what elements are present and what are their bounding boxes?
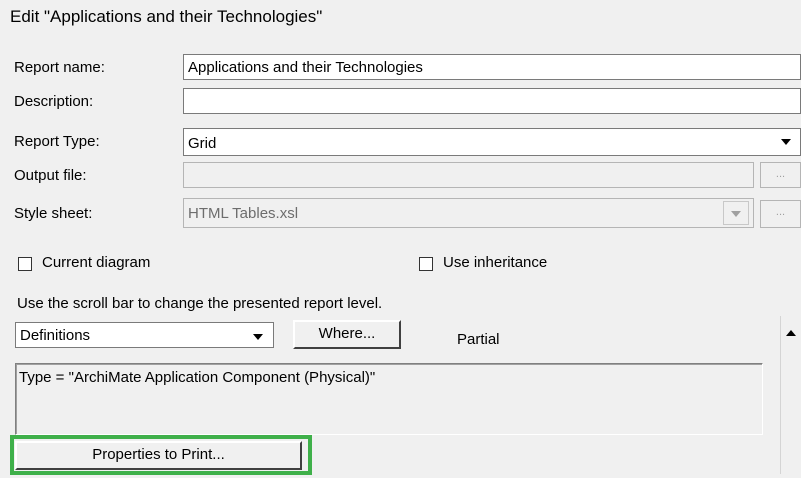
current-diagram-label[interactable]: Current diagram xyxy=(42,254,150,271)
style-sheet-dropdown-button[interactable] xyxy=(723,201,749,225)
dialog-title: Edit "Applications and their Technologie… xyxy=(10,7,323,26)
use-inheritance-checkbox[interactable] xyxy=(419,257,433,271)
report-level-select[interactable]: Definitions xyxy=(15,322,274,348)
use-inheritance-label[interactable]: Use inheritance xyxy=(443,254,547,271)
current-diagram-checkbox[interactable] xyxy=(18,257,32,271)
style-sheet-label: Style sheet: xyxy=(14,205,93,222)
condition-text: Type = "ArchiMate Application Component … xyxy=(19,369,376,386)
report-type-label: Report Type: xyxy=(14,133,100,150)
description-label: Description: xyxy=(14,93,94,110)
style-sheet-browse-button[interactable]: ... xyxy=(760,200,801,228)
properties-to-print-button[interactable]: Properties to Print... xyxy=(15,441,302,470)
output-file-browse-button[interactable]: ... xyxy=(760,162,801,188)
report-level-scrollbar[interactable] xyxy=(780,316,801,474)
report-type-select[interactable]: Grid xyxy=(183,128,801,156)
where-button[interactable]: Where... xyxy=(293,320,401,349)
report-level-value: Definitions xyxy=(20,327,91,344)
description-input[interactable] xyxy=(183,88,801,114)
output-file-label: Output file: xyxy=(14,167,87,184)
style-sheet-select[interactable]: HTML Tables.xsl xyxy=(183,198,754,228)
condition-box: Type = "ArchiMate Application Component … xyxy=(15,363,763,435)
style-sheet-dropdown-icon xyxy=(731,211,741,217)
report-type-dropdown-icon[interactable] xyxy=(781,139,791,145)
report-name-input[interactable]: Applications and their Technologies xyxy=(183,54,801,80)
report-type-value: Grid xyxy=(188,135,217,152)
report-level-hint: Use the scroll bar to change the present… xyxy=(17,295,383,312)
report-level-dropdown-icon[interactable] xyxy=(253,334,263,340)
scroll-up-icon[interactable] xyxy=(786,330,796,336)
partial-status: Partial xyxy=(457,331,500,348)
report-name-label: Report name: xyxy=(14,59,105,76)
output-file-input[interactable] xyxy=(183,162,754,188)
style-sheet-value: HTML Tables.xsl xyxy=(188,205,299,222)
